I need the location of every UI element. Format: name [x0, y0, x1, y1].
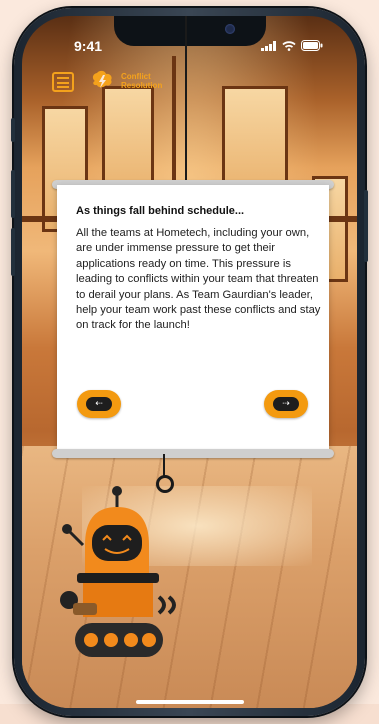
arrow-right-icon: ⇢ [273, 397, 299, 411]
story-dialog: As things fall behind schedule... All th… [57, 185, 329, 452]
robot-mascot [60, 486, 176, 657]
menu-button[interactable] [52, 72, 74, 92]
app-name: Conflict Resolution [121, 72, 162, 90]
previous-button[interactable]: ⇠ [77, 390, 121, 418]
dialog-title: As things fall behind schedule... [76, 205, 245, 217]
robot-antenna [112, 486, 122, 507]
status-time: 9:41 [74, 38, 103, 54]
app-name-line1: Conflict [121, 72, 151, 81]
hanging-rope [185, 16, 187, 196]
menu-icon [57, 77, 69, 79]
arrow-left-icon: ⇠ [86, 397, 112, 411]
next-button[interactable]: ⇢ [264, 390, 308, 418]
power-button [364, 190, 368, 262]
dialog-body: All the teams at Hometech, including you… [76, 227, 321, 332]
menu-icon-line [57, 86, 69, 88]
robot-arm-right [157, 595, 176, 615]
menu-icon-line [57, 81, 69, 84]
home-indicator[interactable] [136, 700, 244, 704]
app-logo: Conflict Resolution [90, 70, 162, 92]
scroll-rod-bottom [52, 449, 334, 458]
robot-belt [77, 573, 159, 583]
mute-switch [11, 118, 15, 142]
lightning-logo-icon [92, 70, 112, 88]
wifi-icon [282, 40, 296, 51]
volume-down-button [11, 228, 15, 276]
battery-icon [301, 40, 323, 51]
notch [114, 16, 266, 46]
camera-icon [225, 24, 235, 34]
status-icons [261, 40, 323, 51]
app-name-line2: Resolution [121, 81, 163, 90]
robot-face [92, 525, 142, 561]
volume-up-button [11, 170, 15, 218]
signal-icon [261, 40, 276, 51]
